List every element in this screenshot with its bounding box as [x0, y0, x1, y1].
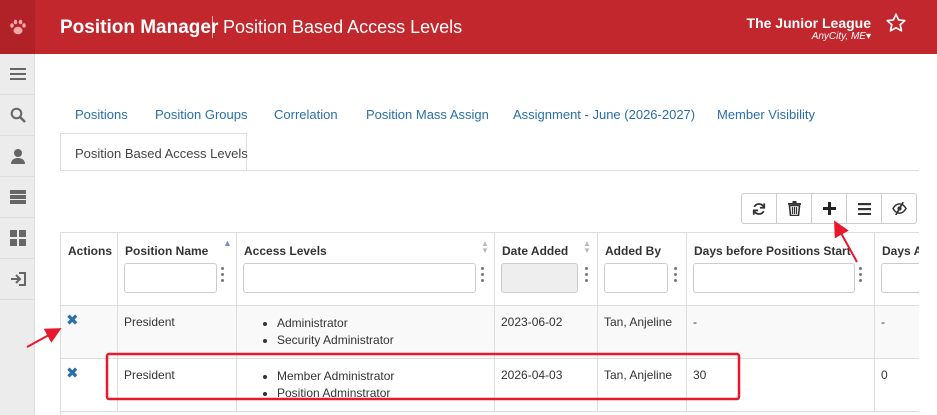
tab-position-mass-assign[interactable]: Position Mass Assign — [366, 107, 489, 122]
column-label: Days A — [882, 244, 919, 258]
plus-icon — [822, 202, 836, 215]
access-level-item: Administrator — [277, 315, 394, 332]
search-icon[interactable] — [0, 95, 35, 136]
column-menu-icon[interactable] — [221, 267, 225, 285]
sign-out-icon[interactable] — [0, 259, 35, 300]
page-title: Position Based Access Levels — [223, 17, 463, 37]
user-icon[interactable] — [0, 136, 35, 177]
server-icon[interactable] — [0, 177, 35, 218]
tab-positions[interactable]: Positions — [75, 107, 128, 122]
access-level-item: Security Administrator — [277, 332, 394, 349]
days-before: - — [693, 315, 697, 329]
app-title: Position Manager — [60, 17, 219, 38]
remove-icon[interactable]: ✖ — [66, 311, 79, 329]
title-divider — [212, 16, 213, 38]
star-icon[interactable] — [885, 12, 907, 39]
column-menu-icon[interactable] — [674, 267, 678, 285]
access-levels-cell: Member Administrator Position Adminstrat… — [237, 359, 495, 411]
refresh-icon — [752, 202, 766, 215]
trash-icon — [787, 201, 801, 216]
paw-logo-icon[interactable] — [0, 0, 35, 54]
actions-cell: ✖ — [61, 306, 118, 358]
added-by: Tan, Anjeline — [604, 368, 673, 382]
days-after: - — [881, 315, 885, 329]
refresh-button[interactable] — [741, 193, 777, 224]
filter-input-days-before[interactable] — [693, 263, 855, 293]
column-header-days-after[interactable]: Days A — [875, 233, 919, 306]
added-by-cell: Tan, Anjeline — [598, 306, 687, 358]
column-menu-icon[interactable] — [585, 267, 589, 285]
days-before-cell: 30 — [687, 359, 875, 411]
sort-icon[interactable]: ▲ ▼ — [583, 240, 591, 255]
column-label: Access Levels — [244, 244, 327, 258]
tab-assignment[interactable]: Assignment - June (2026-2027) — [513, 107, 695, 122]
actions-cell: ✖ — [61, 359, 118, 411]
column-label: Actions — [68, 244, 113, 258]
table-row: ✖ President Member Administrator Positio… — [61, 359, 919, 412]
sidebar — [0, 54, 35, 415]
position-name: President — [124, 368, 175, 382]
app-header: Position Manager Position Based Access L… — [0, 0, 937, 54]
org-name: The Junior League — [746, 15, 871, 31]
column-label: Date Added — [502, 244, 569, 258]
access-levels-grid: Actions Position Name ▲ Access Levels ▲ ▼… — [60, 232, 919, 415]
filter-input-date-added — [501, 263, 578, 293]
position-name-cell: President — [118, 359, 237, 411]
access-levels-cell: Administrator Security Administrator — [237, 306, 495, 358]
delete-button[interactable] — [776, 193, 812, 224]
access-level-list: Administrator Security Administrator — [277, 315, 394, 349]
filter-input-added-by[interactable] — [604, 263, 668, 293]
sort-icon[interactable]: ▲ ▼ — [481, 240, 489, 255]
tab-position-groups[interactable]: Position Groups — [155, 107, 248, 122]
column-label: Added By — [605, 244, 662, 258]
remove-icon[interactable]: ✖ — [66, 364, 79, 382]
columns-button[interactable] — [846, 193, 882, 224]
position-name-cell: President — [118, 306, 237, 358]
days-before: 30 — [693, 368, 707, 382]
column-menu-icon[interactable] — [859, 267, 863, 285]
column-header-actions: Actions — [61, 233, 118, 306]
tab-divider — [60, 170, 919, 171]
column-menu-icon[interactable] — [481, 267, 485, 285]
date-added: 2026-04-03 — [501, 368, 563, 382]
sort-asc-icon[interactable]: ▲ — [223, 239, 232, 248]
tab-correlation[interactable]: Correlation — [274, 107, 338, 122]
access-level-item: Position Adminstrator — [277, 385, 394, 402]
column-header-access-levels[interactable]: Access Levels ▲ ▼ — [237, 233, 495, 306]
grid-icon[interactable] — [0, 218, 35, 259]
column-header-added-by[interactable]: Added By — [598, 233, 687, 306]
table-row: ✖ President Administrator Security Admin… — [61, 306, 919, 359]
added-by-cell: Tan, Anjeline — [598, 359, 687, 411]
date-added: 2023-06-02 — [501, 315, 563, 329]
menu-icon[interactable] — [0, 54, 35, 95]
column-header-date-added[interactable]: Date Added ▲ ▼ — [495, 233, 598, 306]
org-city: AnyCity, ME▾ — [811, 31, 871, 42]
filter-input-position-name[interactable] — [124, 263, 217, 293]
access-level-item: Member Administrator — [277, 368, 394, 385]
filter-input-access-levels[interactable] — [243, 263, 476, 293]
days-after-cell: - — [875, 306, 919, 358]
position-name: President — [124, 315, 175, 329]
grid-toolbar — [741, 193, 917, 224]
hide-button[interactable] — [881, 193, 917, 224]
list-icon — [857, 202, 871, 215]
filter-input-days-after[interactable] — [881, 263, 919, 293]
date-added-cell: 2023-06-02 — [495, 306, 598, 358]
hide-icon — [891, 202, 907, 215]
column-label: Days before Positions Start — [694, 244, 851, 258]
added-by: Tan, Anjeline — [604, 315, 673, 329]
days-after-cell: 0 — [875, 359, 919, 411]
tab-member-visibility[interactable]: Member Visibility — [717, 107, 815, 122]
org-switcher[interactable]: The Junior League AnyCity, ME▾ — [725, 15, 871, 42]
column-header-position-name[interactable]: Position Name ▲ — [118, 233, 237, 306]
tab-position-based-access-levels[interactable]: Position Based Access Levels — [60, 133, 248, 171]
add-button[interactable] — [811, 193, 847, 224]
date-added-cell: 2026-04-03 — [495, 359, 598, 411]
column-header-days-before[interactable]: Days before Positions Start — [687, 233, 875, 306]
access-level-list: Member Administrator Position Adminstrat… — [277, 368, 394, 402]
days-before-cell: - — [687, 306, 875, 358]
days-after: 0 — [881, 368, 888, 382]
column-label: Position Name — [125, 244, 209, 258]
